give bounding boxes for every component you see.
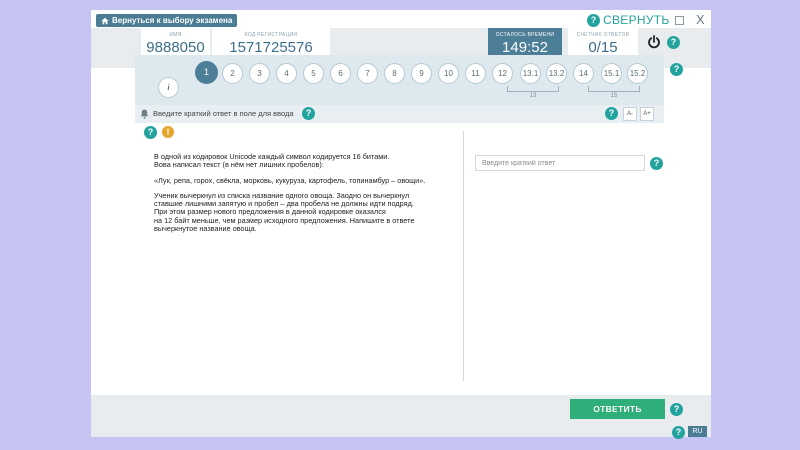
task-nav-12[interactable]: 12 [492,63,513,84]
task-nav-14[interactable]: 14 [573,63,594,84]
back-button-label: Вернуться к выбору экзамена [112,16,233,25]
name-label: ИМЯ [169,32,182,38]
warning-icon: ! [162,126,174,138]
submit-answer-button[interactable]: ОТВЕТИТЬ [570,399,665,419]
group-bracket-13 [507,86,559,92]
task-nav-10[interactable]: 10 [438,63,459,84]
task-nav-13-1[interactable]: 13.1 [520,63,541,84]
help-icon[interactable]: ? [650,157,663,170]
task-paragraph: Ученик вычеркнул из списка название одно… [154,191,459,234]
bell-icon [140,109,149,119]
back-to-exam-selection-button[interactable]: Вернуться к выбору экзамена [96,14,238,27]
maximize-icon[interactable] [675,16,684,25]
help-icon[interactable]: ? [605,107,618,120]
time-label: ОСТАЛОСЬ ВРЕМЕНИ [495,32,555,38]
task-nav-8[interactable]: 8 [384,63,405,84]
short-answer-input[interactable] [475,155,645,171]
task-nav-4[interactable]: 4 [276,63,297,84]
hint-bar: Введите краткий ответ в поле для ввода ?… [135,105,664,123]
power-icon[interactable] [647,35,661,49]
font-increase-button[interactable]: A+ [640,107,654,121]
footer: ОТВЕТИТЬ ? ? RU [91,395,711,439]
task-nav-2[interactable]: 2 [222,63,243,84]
task-nav-15-1[interactable]: 15.1 [601,63,622,84]
help-icon[interactable]: ? [667,36,680,49]
count-label: СЧЕТЧИК ОТВЕТОВ [576,32,630,38]
task-nav-6[interactable]: 6 [330,63,351,84]
task-nav-9[interactable]: 9 [411,63,432,84]
task-paragraph: «Лук, репа, горох, свёкла, морковь, куку… [154,175,459,185]
time-value: 149:52 [502,39,548,56]
group-label-15: 15 [610,93,618,99]
task-nav-13-2[interactable]: 13.2 [546,63,567,84]
home-icon [101,17,109,24]
task-nav-1[interactable]: 1 [195,61,218,84]
task-paragraph: В одной из кодировок Unicode каждый симв… [154,152,459,170]
help-icon[interactable]: ? [587,14,600,27]
close-icon[interactable]: X [696,12,705,27]
task-nav-5[interactable]: 5 [303,63,324,84]
task-text: В одной из кодировок Unicode каждый симв… [154,152,459,240]
task-nav-7[interactable]: 7 [357,63,378,84]
task-content: ? ! В одной из кодировок Unicode каждый … [135,123,664,395]
help-icon[interactable]: ? [144,126,157,139]
help-icon[interactable]: ? [670,403,683,416]
name-value: 9888050 [146,39,205,56]
collapse-button[interactable]: СВЕРНУТЬ [603,13,670,27]
content-divider [463,131,464,381]
task-line: Вова написал текст (в нём нет лишних про… [154,160,324,170]
group-label-13: 13 [529,93,537,99]
help-icon[interactable]: ? [672,426,685,439]
exam-window: Вернуться к выбору экзамена ? СВЕРНУТЬ X… [91,10,711,439]
task-navigation: i 1 2 3 4 5 6 7 8 9 10 11 12 13.1 13.2 14 15.1 15.2 13 1… [135,55,664,105]
count-value: 0/15 [588,39,618,56]
hint-text: Введите краткий ответ в поле для ввода [153,109,294,118]
task-line: «Лук, репа, горох, свёкла, морковь, куку… [154,175,426,185]
help-icon[interactable]: ? [670,63,683,76]
language-button[interactable]: RU [688,426,707,437]
task-line: вычеркнутое название овоща. [154,224,257,234]
help-icon[interactable]: ? [302,107,315,120]
font-decrease-button[interactable]: A- [623,107,637,121]
task-nav-3[interactable]: 3 [249,63,270,84]
group-bracket-15 [588,86,640,92]
task-nav-15-2[interactable]: 15.2 [627,63,648,84]
reg-label: КОД РЕГИСТРАЦИИ [244,32,298,38]
reg-value: 1571725576 [229,39,313,56]
task-nav-11[interactable]: 11 [465,63,486,84]
task-info-button[interactable]: i [158,77,179,98]
